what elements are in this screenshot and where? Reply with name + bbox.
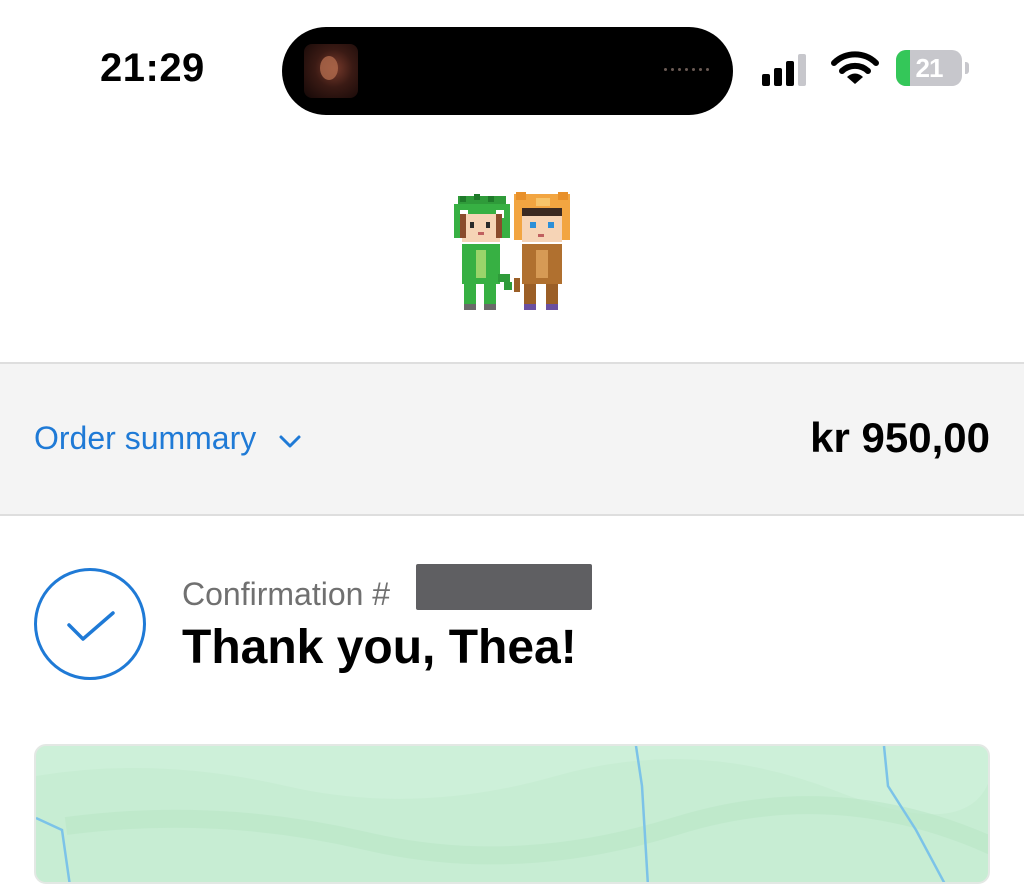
status-time: 21:29: [100, 46, 205, 90]
pixel-art-couple-logo[interactable]: [450, 190, 576, 314]
redacted-confirmation-number: [416, 564, 592, 610]
now-playing-artwork[interactable]: [304, 44, 358, 98]
confirmation-number: Confirmation #: [182, 576, 391, 612]
battery-icon: 21: [896, 50, 972, 86]
checkmark-circle-icon: [34, 568, 146, 680]
order-summary-toggle[interactable]: Order summary: [34, 420, 302, 457]
battery-level: 21: [915, 53, 944, 83]
status-bar: 21:29 21: [0, 0, 1024, 140]
thank-you-heading: Thank you, Thea!: [182, 621, 577, 674]
order-summary-bar: Order summary kr 950,00: [0, 362, 1024, 516]
order-total: kr 950,00: [810, 414, 990, 461]
delivery-map[interactable]: [34, 744, 990, 884]
wifi-icon: [831, 51, 879, 84]
audio-waveform-icon: [664, 68, 709, 71]
dynamic-island[interactable]: [282, 27, 733, 115]
signal-icon: [762, 54, 806, 86]
chevron-down-icon: [279, 435, 301, 447]
order-summary-label: Order summary: [34, 420, 257, 456]
